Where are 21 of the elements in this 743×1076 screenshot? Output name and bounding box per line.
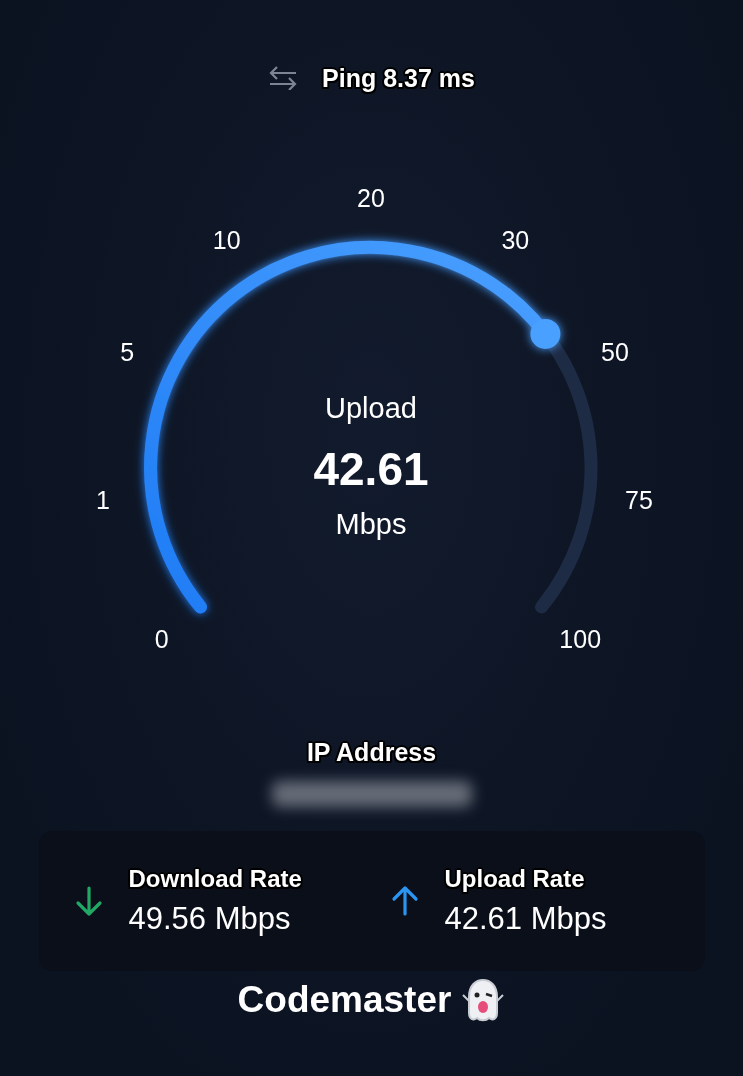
scale-label: 10 (212, 225, 241, 254)
brand-name: Codemaster (237, 979, 452, 1021)
scale-label: 5 (120, 338, 135, 367)
scale-label: 100 (559, 624, 602, 653)
swap-arrows-icon (268, 66, 299, 90)
scale-label: 75 (625, 486, 653, 515)
ip-address-label: IP Address (306, 738, 437, 767)
scale-label: 50 (601, 338, 629, 367)
scale-label: 1 (96, 486, 110, 515)
scale-label: 30 (501, 225, 530, 254)
speed-unit: Mbps (335, 508, 407, 540)
test-mode-label: Upload (325, 392, 417, 424)
scale-label: 20 (357, 184, 385, 212)
rate-value: 49.56 Mbps (128, 901, 292, 937)
ping-reading: Ping 8.37 ms (322, 63, 475, 93)
speed-value: 42.61 (313, 443, 429, 495)
rate-label: Download Rate (128, 865, 302, 893)
scale-label: 0 (154, 624, 169, 653)
rate-value: 42.61 Mbps (444, 901, 607, 937)
rate-label: Upload Rate (444, 865, 586, 893)
ghost-icon (461, 977, 506, 1023)
